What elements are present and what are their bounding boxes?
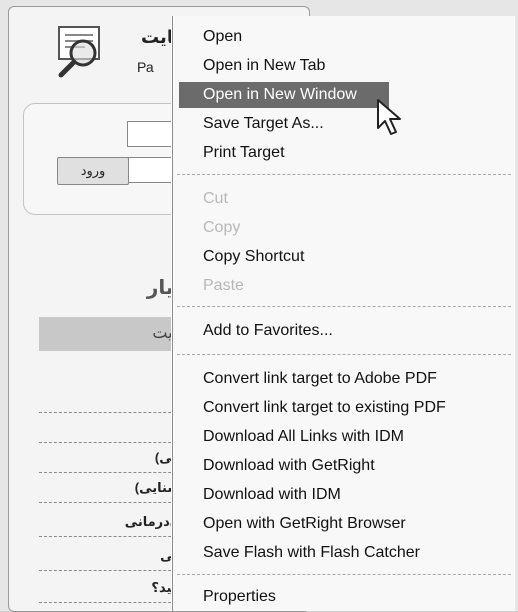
menu-item-download-getright[interactable]: Download with GetRight: [173, 453, 515, 479]
menu-separator: [177, 574, 511, 575]
site-subtitle: Ра: [137, 59, 154, 75]
menu-item-download-all-idm[interactable]: Download All Links with IDM: [173, 424, 515, 450]
menu-separator: [177, 174, 511, 175]
menu-item-paste[interactable]: Paste: [173, 273, 515, 299]
menu-item-convert-existing-pdf[interactable]: Convert link target to existing PDF: [173, 395, 515, 421]
menu-item-properties[interactable]: Properties: [173, 584, 515, 610]
menu-separator: [177, 306, 511, 307]
password-field[interactable]: [127, 157, 178, 183]
menu-item-open-getright-browser[interactable]: Open with GetRight Browser: [173, 511, 515, 537]
menu-separator: [177, 354, 511, 355]
menu-item-save-target-as[interactable]: Save Target As...: [173, 111, 515, 137]
context-menu: Open Open in New Tab Open in New Window …: [172, 16, 515, 611]
menu-item-print-target[interactable]: Print Target: [173, 140, 515, 166]
menu-item-save-flash[interactable]: Save Flash with Flash Catcher: [173, 540, 515, 566]
magnifier-document-icon: [58, 26, 100, 78]
arrow-cursor-icon: [377, 99, 401, 135]
menu-item-download-idm[interactable]: Download with IDM: [173, 482, 515, 508]
page: سایت Ра ورود ت یار ن سایت ست؟ شما (اسنای…: [0, 0, 518, 612]
menu-item-open[interactable]: Open: [173, 24, 515, 50]
menu-item-cut[interactable]: Cut: [173, 186, 515, 212]
login-button[interactable]: ورود: [57, 157, 129, 185]
menu-item-copy-shortcut[interactable]: Copy Shortcut: [173, 244, 515, 270]
menu-item-open-new-window[interactable]: Open in New Window: [179, 82, 389, 108]
menu-item-convert-adobe-pdf[interactable]: Convert link target to Adobe PDF: [173, 366, 515, 392]
menu-item-open-new-tab[interactable]: Open in New Tab: [173, 53, 515, 79]
menu-item-add-to-favorites[interactable]: Add to Favorites...: [173, 318, 515, 344]
username-field[interactable]: [127, 121, 178, 147]
menu-item-copy[interactable]: Copy: [173, 215, 515, 241]
